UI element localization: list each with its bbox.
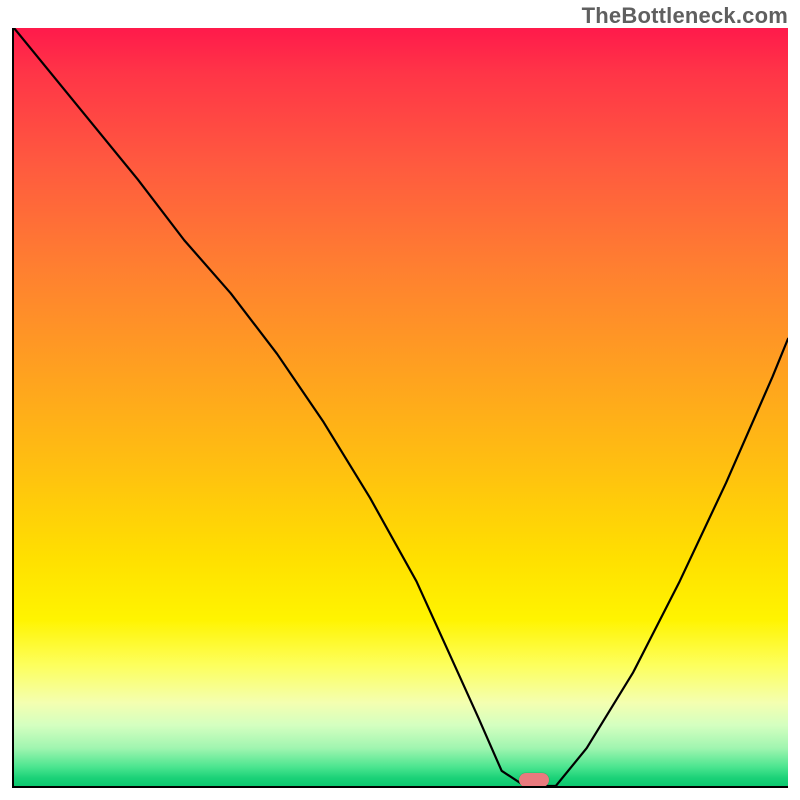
bottleneck-curve xyxy=(14,28,788,786)
attribution-watermark: TheBottleneck.com xyxy=(582,3,788,29)
plot-area xyxy=(12,28,788,788)
chart-frame: TheBottleneck.com xyxy=(0,0,800,800)
optimal-point-marker xyxy=(519,773,549,787)
